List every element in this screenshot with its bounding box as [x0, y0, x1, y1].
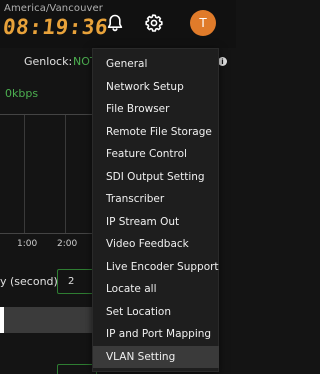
bitrate-value: 0kbps — [5, 87, 39, 100]
menu-item-network-setup[interactable]: Network Setup — [93, 76, 219, 98]
menu-item-remote-file-storage[interactable]: Remote File Storage — [93, 121, 219, 143]
info-icon[interactable]: i — [218, 57, 227, 66]
chart-gridline — [24, 115, 25, 233]
clock-display: 08:19:36 — [1, 15, 110, 39]
bitrate-chart — [0, 114, 100, 234]
chart-tick-label: 1:00 — [17, 239, 38, 249]
menu-item-file-browser[interactable]: File Browser — [93, 98, 219, 120]
slider-thumb[interactable] — [0, 307, 4, 333]
chart-gridline — [65, 115, 66, 233]
delay-input[interactable]: 2 — [57, 269, 97, 294]
menu-item-sdi-output-setting[interactable]: SDI Output Setting — [93, 166, 219, 188]
menu-item-vlan-setting[interactable]: VLAN Setting — [93, 346, 219, 368]
slider-track[interactable] — [0, 307, 98, 333]
menu-item-live-encoder-support[interactable]: Live Encoder Support — [93, 256, 219, 278]
menu-item-ip-stream-out[interactable]: IP Stream Out — [93, 211, 219, 233]
bell-icon — [107, 14, 123, 32]
menu-item-set-location[interactable]: Set Location — [93, 301, 219, 323]
notifications-button[interactable] — [103, 11, 127, 35]
top-bar: America/Vancouver 08:19:36 T — [0, 0, 236, 48]
menu-item-locate-all[interactable]: Locate all — [93, 278, 219, 300]
menu-item-general[interactable]: General — [93, 53, 219, 75]
gear-icon — [145, 14, 163, 32]
menu-item-feature-control[interactable]: Feature Control — [93, 143, 219, 165]
user-avatar[interactable]: T — [190, 10, 216, 36]
timezone-label: America/Vancouver — [4, 3, 103, 14]
settings-button[interactable] — [142, 11, 166, 35]
delay-label: y (second) — [0, 275, 58, 288]
chart-tick-label: 2:00 — [57, 239, 78, 249]
secondary-input[interactable] — [57, 364, 97, 374]
menu-item-ip-and-port-mapping[interactable]: IP and Port Mapping — [93, 323, 219, 345]
menu-item-transcriber[interactable]: Transcriber — [93, 188, 219, 210]
settings-menu: General Network Setup File Browser Remot… — [92, 48, 219, 372]
menu-item-video-feedback[interactable]: Video Feedback — [93, 233, 219, 255]
genlock-label: Genlock: — [24, 55, 73, 68]
